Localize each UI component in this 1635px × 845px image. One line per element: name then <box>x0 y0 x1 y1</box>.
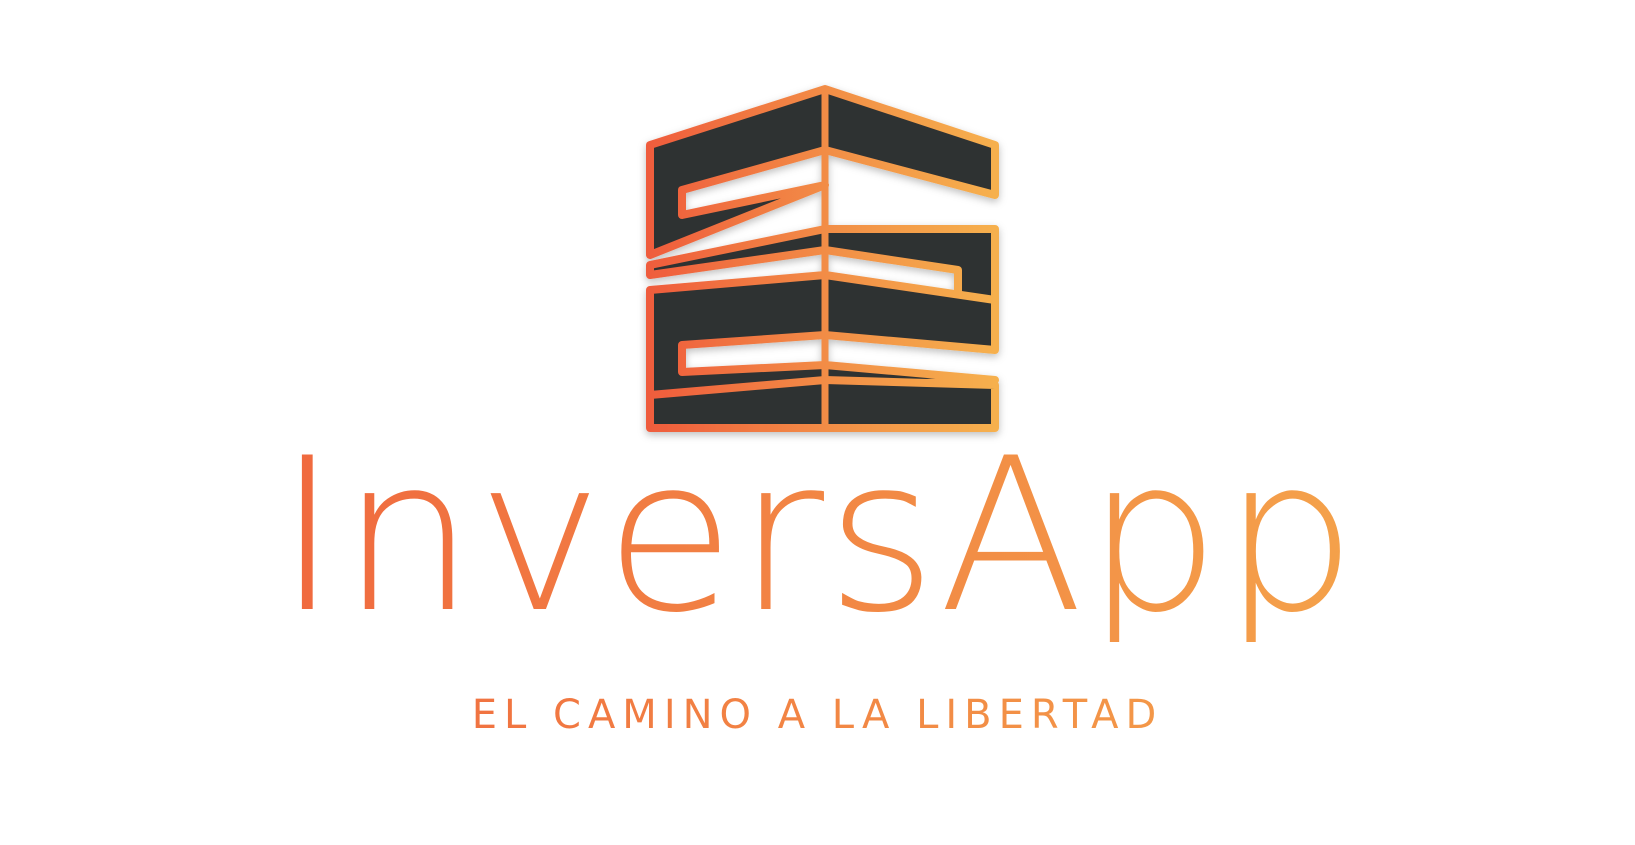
brand-name: InversApp <box>0 430 1635 642</box>
brand-tagline: EL CAMINO A LA LIBERTAD <box>0 695 1635 735</box>
logo-canvas: InversApp EL CAMINO A LA LIBERTAD <box>0 0 1635 845</box>
